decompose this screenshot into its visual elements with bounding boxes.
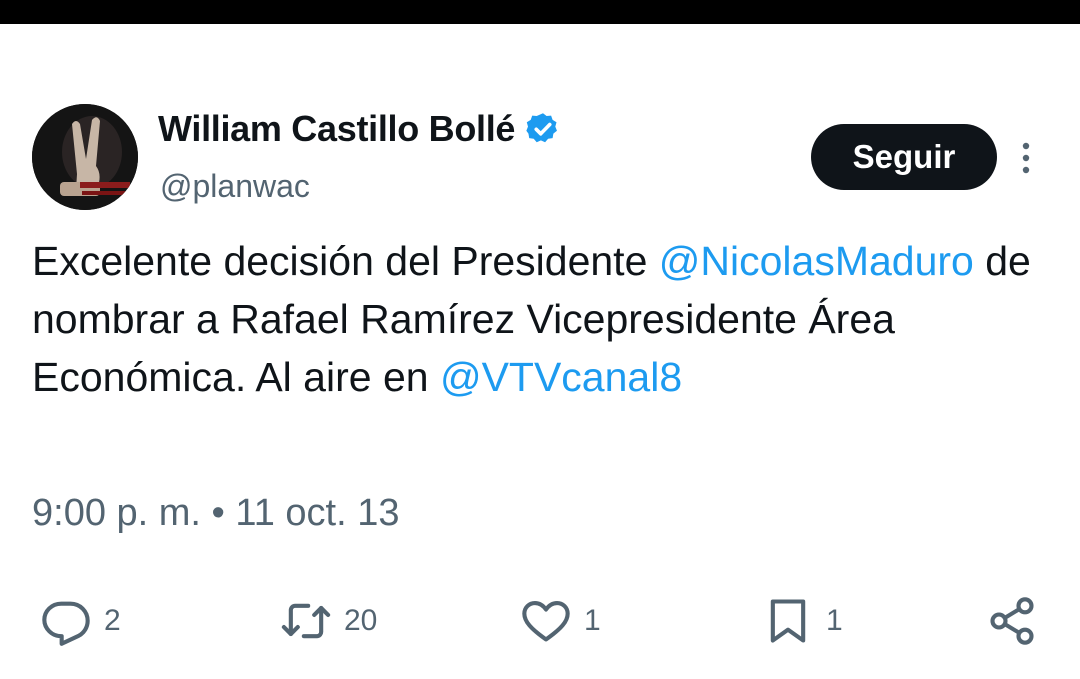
follow-button[interactable]: Seguir <box>811 124 997 190</box>
reply-button[interactable]: 2 <box>40 594 121 648</box>
bookmark-count: 1 <box>826 604 843 637</box>
share-icon <box>990 597 1034 645</box>
status-bar <box>0 0 1080 24</box>
tweet-text-segment: Excelente decisión del Presidente <box>32 238 659 284</box>
retweet-icon <box>281 603 331 639</box>
heart-icon <box>522 600 570 642</box>
verified-badge-icon <box>526 113 558 143</box>
like-button[interactable]: 1 <box>520 594 601 648</box>
reply-icon <box>42 601 90 646</box>
more-vertical-icon[interactable] <box>1014 140 1038 176</box>
user-handle[interactable]: @planwac <box>160 168 310 205</box>
tweet-timestamp[interactable]: 9:00 p. m. • 11 oct. 13 <box>32 492 399 535</box>
bookmark-button[interactable]: 1 <box>762 594 843 648</box>
avatar-photo <box>32 104 138 210</box>
mention-link-vtvcanal8[interactable]: @VTVcanal8 <box>440 354 682 400</box>
retweet-count: 20 <box>344 604 378 637</box>
retweet-button[interactable]: 20 <box>280 594 377 648</box>
share-button[interactable] <box>986 594 1038 648</box>
display-name[interactable]: William Castillo Bollé <box>158 108 561 150</box>
bookmark-icon <box>770 599 806 643</box>
reply-count: 2 <box>104 604 121 637</box>
avatar[interactable] <box>32 104 138 210</box>
mention-link-nicolasmaduro[interactable]: @NicolasMaduro <box>659 238 974 284</box>
like-count: 1 <box>584 604 601 637</box>
tweet-text: Excelente decisión del Presidente @Nicol… <box>32 232 1052 406</box>
display-name-text[interactable]: William Castillo Bollé <box>158 108 515 150</box>
